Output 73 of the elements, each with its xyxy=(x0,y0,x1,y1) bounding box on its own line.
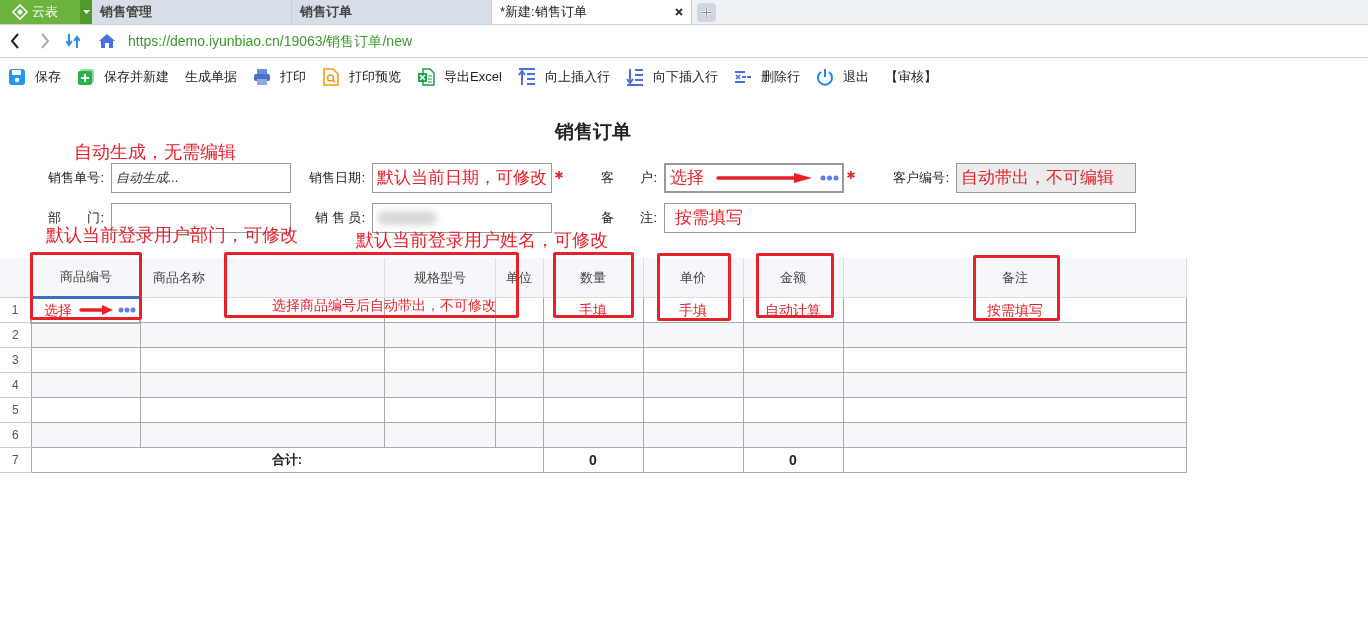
caret-icon xyxy=(82,10,90,14)
input-field[interactable]: 自动生成... xyxy=(111,162,291,193)
column-header[interactable]: 规格型号 xyxy=(384,257,495,298)
save-icon xyxy=(8,68,26,86)
row-number: 4 xyxy=(0,372,31,398)
toolbar-button[interactable]: 生成单据 xyxy=(185,67,237,87)
input-field[interactable]: 按需填写 xyxy=(664,202,1136,233)
table-cell: 0 xyxy=(543,447,643,473)
logo-icon xyxy=(12,4,28,20)
field-label: 销 售 员: xyxy=(314,208,365,227)
power-icon xyxy=(815,68,834,86)
column-header[interactable]: 金额 xyxy=(743,257,843,298)
insert-row-below-icon xyxy=(625,68,644,86)
page-title: 销售订单 xyxy=(555,120,631,144)
column-header[interactable]: 单价 xyxy=(643,257,743,298)
forward-icon xyxy=(40,33,50,49)
row-number: 2 xyxy=(0,322,31,348)
toolbar-button[interactable]: 【审核】 xyxy=(884,67,937,87)
document-search-icon xyxy=(322,68,340,86)
field-label: 客 户: xyxy=(600,168,657,187)
plus-icon xyxy=(701,7,712,18)
field-label: 销售单号: xyxy=(47,168,104,187)
row-number: 7 xyxy=(0,447,31,473)
column-header[interactable]: 备注 xyxy=(843,257,1186,298)
toolbar-button[interactable]: 向下插入行 xyxy=(625,67,718,87)
table-cell: 手填 xyxy=(643,297,743,323)
column-header[interactable]: 数量 xyxy=(543,257,643,298)
toolbar-button[interactable]: 退出 xyxy=(815,67,869,87)
tab[interactable]: *新建:销售订单 xyxy=(492,0,692,24)
home-icon xyxy=(98,33,116,49)
toolbar-button[interactable]: 保存并新建 xyxy=(77,67,169,87)
column-header[interactable]: 商品名称 xyxy=(140,257,384,298)
picker-field[interactable]: 选择 xyxy=(664,162,844,193)
table-cell: 0 xyxy=(743,447,843,473)
table-cell: 按需填写 xyxy=(843,297,1186,323)
annotation-text: 选择商品编号后自动带出，不可修改 xyxy=(272,296,496,315)
toolbar-button[interactable]: 打印预览 xyxy=(322,67,401,87)
row-number: 3 xyxy=(0,347,31,373)
field-label: 销售日期: xyxy=(308,168,365,187)
annotation-text: 自动生成，无需编辑 xyxy=(74,141,236,164)
row-number: 5 xyxy=(0,397,31,423)
spreadsheet-icon xyxy=(417,68,435,86)
toolbar-button[interactable]: 导出Excel xyxy=(417,67,502,87)
tab[interactable]: 销售订单 xyxy=(292,0,492,24)
field-label: 备 注: xyxy=(600,208,657,227)
dropdown-button[interactable] xyxy=(80,0,92,24)
field-label: 客户编号: xyxy=(892,168,949,187)
input-field[interactable] xyxy=(372,202,552,233)
url-text[interactable]: https://demo.iyunbiao.cn/19063/销售订单/new xyxy=(128,30,413,52)
more-icon xyxy=(820,174,839,181)
toolbar-button[interactable]: 保存 xyxy=(8,67,61,87)
delete-row-icon xyxy=(733,68,752,86)
toolbar-button[interactable]: 向上插入行 xyxy=(517,67,610,87)
field-label: 部 门: xyxy=(47,208,104,226)
redaction-blur xyxy=(377,210,437,225)
arrow-icon xyxy=(78,305,114,316)
more-icon xyxy=(118,307,136,314)
insert-row-above-icon xyxy=(517,68,536,86)
refresh-icon xyxy=(66,33,80,49)
annotation-text: 默认当前登录用户姓名，可修改 xyxy=(356,229,608,252)
new-tab-button[interactable] xyxy=(697,3,716,22)
annotation-text: 默认当前登录用户部门，可修改 xyxy=(46,224,298,247)
input-field[interactable]: 默认当前日期，可修改 xyxy=(372,162,552,193)
add-page-icon xyxy=(77,68,95,86)
toolbar-button[interactable]: 删除行 xyxy=(733,67,800,87)
print-icon xyxy=(253,68,271,86)
total-label: 合计: xyxy=(31,447,543,473)
input-field: 自动带出，不可编辑 xyxy=(956,162,1136,193)
row-number: 6 xyxy=(0,422,31,448)
tab[interactable]: 销售管理 xyxy=(92,0,292,24)
toolbar-button[interactable]: 打印 xyxy=(253,67,306,87)
back-icon xyxy=(10,33,20,49)
close-icon xyxy=(675,8,683,16)
